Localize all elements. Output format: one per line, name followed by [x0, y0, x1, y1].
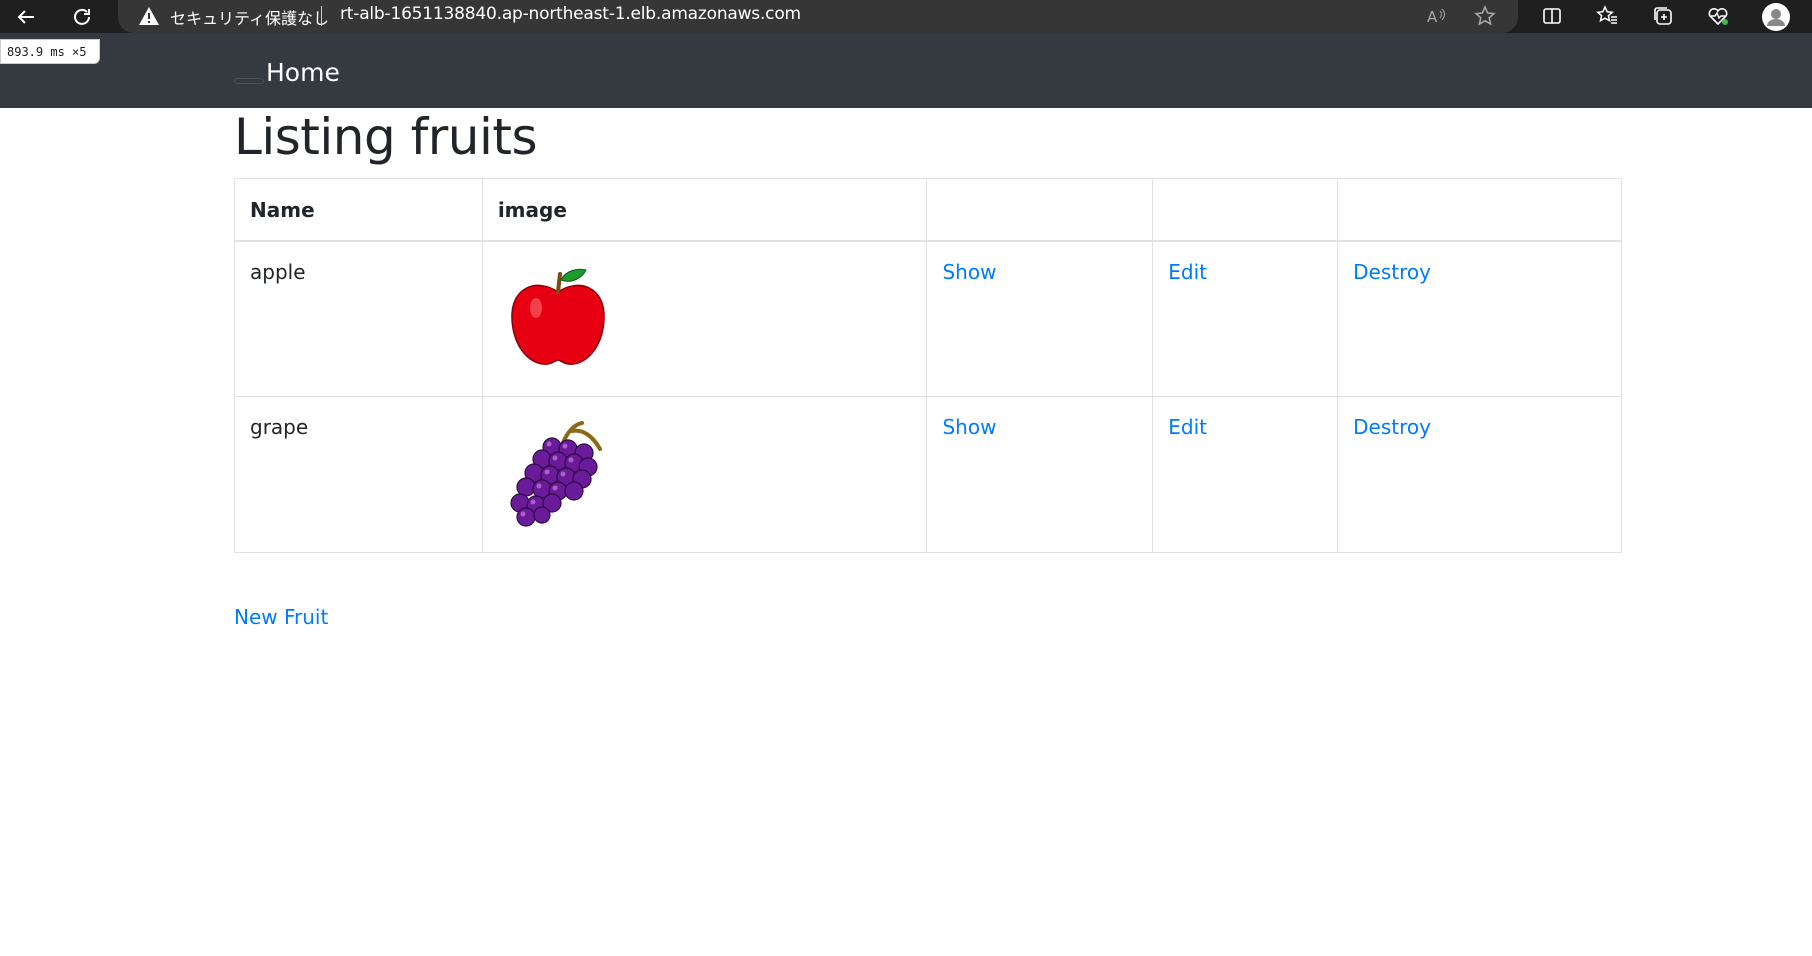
split-screen-icon[interactable] — [1541, 5, 1563, 27]
destroy-cell: Destroy — [1337, 240, 1622, 397]
address-bar[interactable]: セキュリティ保護なし rt-alb-1651138840.ap-northeas… — [118, 0, 1518, 33]
column-header-image: image — [481, 178, 928, 242]
favorite-star-icon[interactable] — [1474, 5, 1496, 27]
show-link[interactable]: Show — [942, 260, 996, 284]
column-header-edit — [1152, 178, 1339, 242]
page-title: Listing fruits — [234, 108, 538, 166]
grape-image — [510, 421, 602, 527]
fruit-image-cell — [481, 240, 928, 397]
navbar: Home — [0, 33, 1812, 108]
warning-icon — [139, 7, 159, 25]
back-button[interactable] — [8, 0, 44, 33]
table-row: grape Show Edit Destroy — [234, 396, 1622, 553]
fruit-name: grape — [234, 396, 483, 553]
apple-image — [511, 268, 605, 365]
show-cell: Show — [926, 396, 1154, 553]
destroy-cell: Destroy — [1337, 396, 1622, 553]
reload-icon — [74, 8, 90, 25]
security-label: セキュリティ保護なし — [170, 9, 330, 28]
reload-button[interactable] — [64, 0, 100, 33]
read-aloud-icon[interactable]: A — [1425, 5, 1447, 27]
fruits-table: Name image apple Show Edit Destroy grape — [234, 178, 1622, 553]
address-separator — [321, 6, 322, 26]
edit-link[interactable]: Edit — [1168, 260, 1207, 284]
profile-avatar-icon[interactable] — [1761, 2, 1791, 32]
destroy-link[interactable]: Destroy — [1353, 415, 1431, 439]
browser-toolbar: セキュリティ保護なし rt-alb-1651138840.ap-northeas… — [0, 0, 1812, 33]
collections-icon[interactable] — [1652, 5, 1674, 27]
nav-home-link[interactable]: Home — [266, 58, 340, 87]
timing-badge: 893.9 ms ×5 — [0, 39, 100, 64]
table-header-row: Name image — [234, 178, 1622, 242]
edit-cell: Edit — [1152, 396, 1339, 553]
navbar-toggler[interactable] — [234, 78, 264, 84]
url-text[interactable]: rt-alb-1651138840.ap-northeast-1.elb.ama… — [340, 4, 801, 24]
new-fruit-link[interactable]: New Fruit — [234, 605, 328, 629]
back-arrow-icon — [17, 9, 34, 24]
fruit-name: apple — [234, 240, 483, 397]
show-cell: Show — [926, 240, 1154, 397]
browser-essentials-icon[interactable] — [1707, 5, 1729, 27]
fruit-image-cell — [481, 396, 928, 553]
edit-link[interactable]: Edit — [1168, 415, 1207, 439]
column-header-name: Name — [234, 178, 483, 242]
column-header-destroy — [1337, 178, 1622, 242]
favorites-icon[interactable] — [1596, 5, 1618, 27]
svg-text:A: A — [1427, 8, 1438, 26]
table-row: apple Show Edit Destroy — [234, 240, 1622, 397]
show-link[interactable]: Show — [942, 415, 996, 439]
column-header-show — [926, 178, 1154, 242]
edit-cell: Edit — [1152, 240, 1339, 397]
destroy-link[interactable]: Destroy — [1353, 260, 1431, 284]
